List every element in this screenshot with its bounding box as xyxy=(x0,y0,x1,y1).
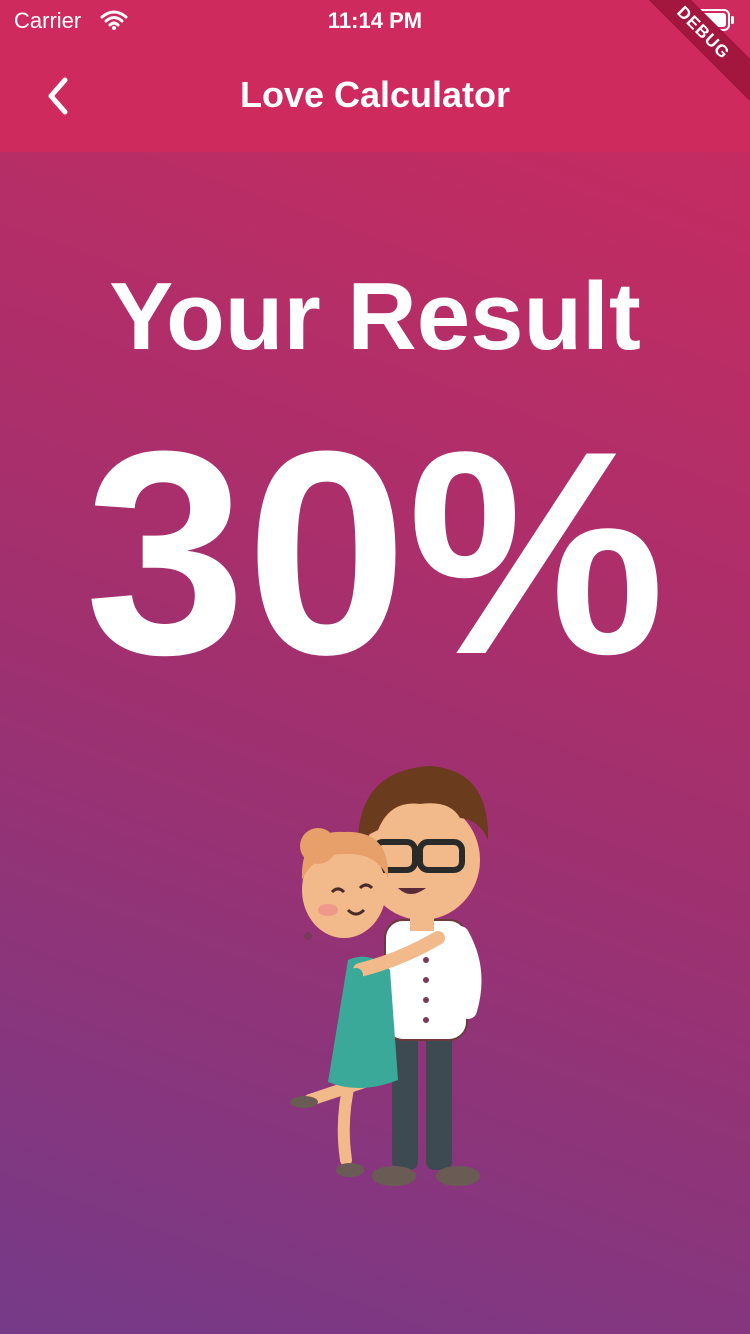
app-bar: Carrier 11:14 PM Love Calculator DEBUG xyxy=(0,0,750,152)
status-time: 11:14 PM xyxy=(327,8,423,33)
couple-illustration xyxy=(280,760,510,1200)
result-label: Your Result xyxy=(109,263,641,370)
page-title: Love Calculator xyxy=(239,74,511,115)
result-value: 30% xyxy=(84,391,666,715)
nav-bar: Love Calculator xyxy=(0,40,750,152)
status-bar: Carrier 11:14 PM xyxy=(0,0,750,40)
screen: Carrier 11:14 PM Love Calculator DEBUG Y… xyxy=(0,0,750,1334)
